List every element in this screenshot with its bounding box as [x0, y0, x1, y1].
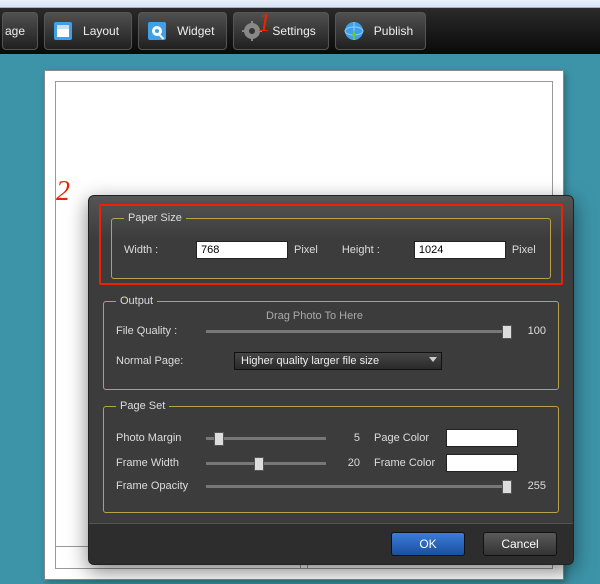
page-set-legend: Page Set	[116, 400, 169, 412]
file-quality-value: 100	[512, 325, 546, 337]
photo-margin-value: 5	[326, 432, 360, 444]
annotation-1: 1	[258, 10, 271, 36]
normal-page-select[interactable]: Higher quality larger file size	[234, 352, 442, 370]
dialog-button-bar: OK Cancel	[89, 523, 573, 564]
file-quality-label: File Quality :	[116, 325, 206, 337]
frame-opacity-label: Frame Opacity	[116, 480, 206, 492]
publish-icon	[342, 19, 366, 43]
cancel-button[interactable]: Cancel	[483, 532, 557, 556]
tab-widget-label: Widget	[177, 24, 214, 38]
tab-layout[interactable]: Layout	[44, 12, 132, 50]
annotation-2: 2	[56, 178, 70, 206]
height-label: Height :	[342, 244, 414, 256]
page-color-label: Page Color	[374, 432, 446, 444]
chevron-down-icon	[429, 357, 437, 362]
tab-publish[interactable]: Publish	[335, 12, 426, 50]
tab-layout-label: Layout	[83, 24, 119, 38]
tab-page-label: age	[5, 24, 25, 38]
page-set-group: Page Set Photo Margin 5 Page Color Frame…	[103, 400, 559, 513]
width-input[interactable]	[196, 241, 288, 259]
ok-button[interactable]: OK	[391, 532, 465, 556]
tab-settings-label: Settings	[272, 24, 315, 38]
normal-page-label: Normal Page:	[116, 355, 206, 367]
page-color-swatch[interactable]	[446, 429, 518, 447]
paper-size-group: Paper Size Width : Pixel Height : Pixel	[111, 212, 551, 279]
width-unit: Pixel	[294, 244, 318, 256]
frame-color-label: Frame Color	[374, 457, 446, 469]
paper-size-highlight: Paper Size Width : Pixel Height : Pixel	[99, 204, 563, 285]
photo-margin-label: Photo Margin	[116, 432, 206, 444]
normal-page-value: Higher quality larger file size	[241, 355, 379, 367]
frame-width-label: Frame Width	[116, 457, 206, 469]
tab-settings[interactable]: Settings	[233, 12, 328, 50]
widget-icon	[145, 19, 169, 43]
app-window: age Layout Widget Settings Publish	[0, 0, 600, 584]
output-legend: Output	[116, 295, 157, 307]
tab-widget[interactable]: Widget	[138, 12, 227, 50]
tab-page[interactable]: age	[2, 12, 38, 50]
tab-publish-label: Publish	[374, 24, 413, 38]
frame-opacity-value: 255	[512, 480, 546, 492]
frame-opacity-slider[interactable]	[206, 479, 512, 493]
height-unit: Pixel	[512, 244, 536, 256]
settings-dialog: Paper Size Width : Pixel Height : Pixel …	[88, 195, 574, 565]
file-quality-slider[interactable]: Drag Photo To Here	[206, 324, 512, 338]
window-titlebar	[0, 0, 600, 8]
photo-margin-slider[interactable]	[206, 431, 326, 445]
frame-color-swatch[interactable]	[446, 454, 518, 472]
height-input[interactable]	[414, 241, 506, 259]
layout-icon	[51, 19, 75, 43]
frame-width-value: 20	[326, 457, 360, 469]
width-label: Width :	[124, 244, 196, 256]
frame-width-slider[interactable]	[206, 456, 326, 470]
output-group: Output File Quality : Drag Photo To Here…	[103, 295, 559, 390]
paper-size-legend: Paper Size	[124, 212, 186, 224]
drag-hint: Drag Photo To Here	[266, 310, 363, 322]
main-toolbar: age Layout Widget Settings Publish	[0, 8, 600, 54]
